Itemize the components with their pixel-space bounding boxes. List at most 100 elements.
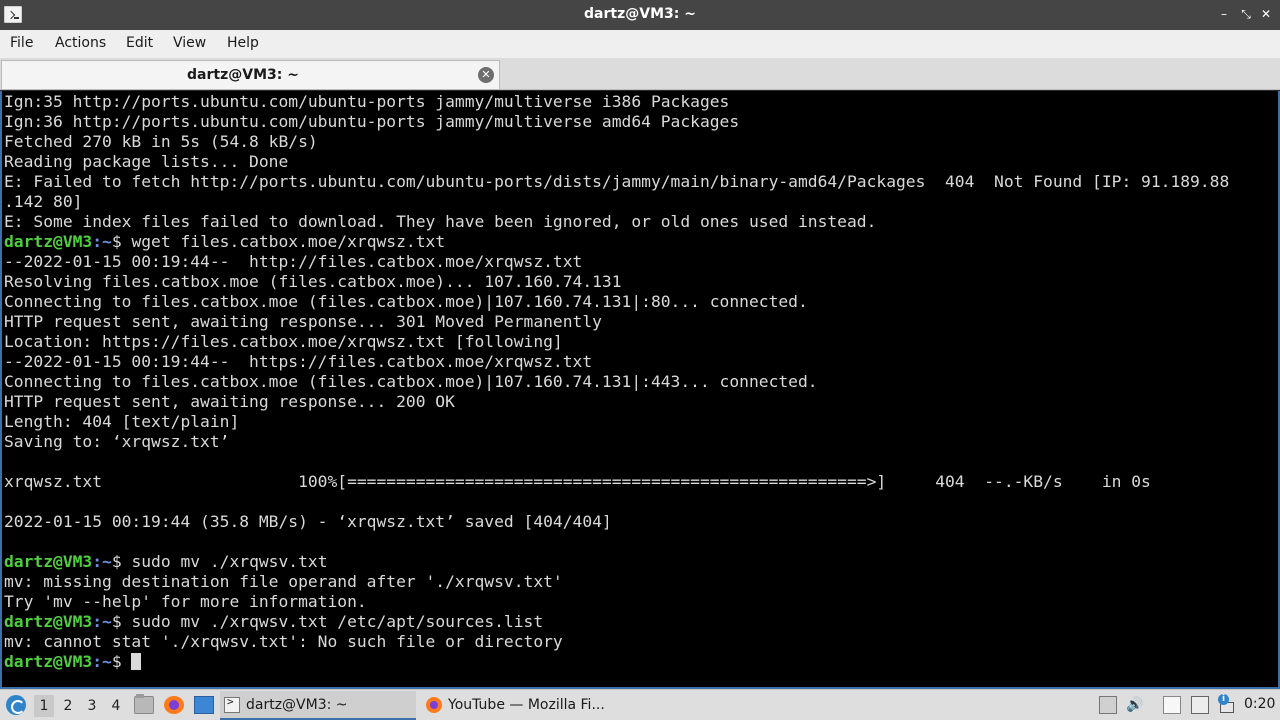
workspace-3[interactable]: 3 xyxy=(82,695,102,717)
volume-icon[interactable]: 🔊 xyxy=(1126,696,1144,714)
output-text: Ign:36 http://ports.ubuntu.com/ubuntu-po… xyxy=(4,112,740,131)
output-text: Connecting to files.catbox.moe (files.ca… xyxy=(4,292,808,311)
notes-icon[interactable] xyxy=(1163,696,1181,714)
terminal-line: Saving to: ‘xrqwsz.txt’ xyxy=(4,432,1229,452)
task-terminal-label: dartz@VM3: ~ xyxy=(246,697,348,713)
restore-button[interactable]: ⤡ xyxy=(1238,6,1254,22)
output-text: mv: missing destination file operand aft… xyxy=(4,572,563,591)
terminal-line: xrqwsz.txt 100%[========================… xyxy=(4,472,1229,492)
window-title: dartz@VM3: ~ xyxy=(584,6,696,22)
terminal-cursor xyxy=(131,653,142,670)
menu-bar: File Actions Edit View Help xyxy=(0,30,1280,58)
terminal-line: dartz@VM3:~$ xyxy=(4,652,1229,672)
prompt-path: :~ xyxy=(92,552,112,571)
terminal-line: Reading package lists... Done xyxy=(4,152,1229,172)
tab-label: dartz@VM3: ~ xyxy=(187,67,299,83)
prompt-user: dartz@VM3 xyxy=(4,612,93,631)
terminal-line: Location: https://files.catbox.moe/xrqws… xyxy=(4,332,1229,352)
terminal-line: Connecting to files.catbox.moe (files.ca… xyxy=(4,292,1229,312)
workspace-4[interactable]: 4 xyxy=(106,695,126,717)
output-text: Try 'mv --help' for more information. xyxy=(4,592,367,611)
output-text: HTTP request sent, awaiting response... … xyxy=(4,312,602,331)
task-firefox-label: YouTube — Mozilla Fi... xyxy=(448,697,605,713)
terminal-line: mv: missing destination file operand aft… xyxy=(4,572,1229,592)
window-titlebar: dartz@VM3: ~ – ⤡ ✕ xyxy=(0,0,1280,30)
terminal-line: dartz@VM3:~$ wget files.catbox.moe/xrqws… xyxy=(4,232,1229,252)
terminal-line: HTTP request sent, awaiting response... … xyxy=(4,392,1229,412)
prompt-path: :~ xyxy=(92,652,112,671)
terminal-line: Resolving files.catbox.moe (files.catbox… xyxy=(4,272,1229,292)
workspace-1[interactable]: 1 xyxy=(34,695,54,717)
output-text: Fetched 270 kB in 5s (54.8 kB/s) xyxy=(4,132,318,151)
terminal-output[interactable]: Ign:35 http://ports.ubuntu.com/ubuntu-po… xyxy=(0,91,1280,689)
terminal-icon xyxy=(224,695,240,713)
prompt-path: :~ xyxy=(92,612,112,631)
terminal-lines: Ign:35 http://ports.ubuntu.com/ubuntu-po… xyxy=(4,92,1229,672)
file-manager-icon[interactable] xyxy=(134,694,154,714)
start-menu-icon[interactable] xyxy=(6,695,26,715)
terminal-line: HTTP request sent, awaiting response... … xyxy=(4,312,1229,332)
terminal-line: Length: 404 [text/plain] xyxy=(4,412,1229,432)
terminal-line: --2022-01-15 00:19:44-- https://files.ca… xyxy=(4,352,1229,372)
prompt-user: dartz@VM3 xyxy=(4,552,93,571)
close-button[interactable]: ✕ xyxy=(1258,6,1274,22)
terminal-tab[interactable]: dartz@VM3: ~ ✕ xyxy=(1,60,500,89)
output-text: 2022-01-15 00:19:44 (35.8 MB/s) - ‘xrqws… xyxy=(4,512,612,531)
menu-help[interactable]: Help xyxy=(227,35,259,51)
menu-view[interactable]: View xyxy=(173,35,206,51)
output-text: Resolving files.catbox.moe (files.catbox… xyxy=(4,272,622,291)
output-text: Connecting to files.catbox.moe (files.ca… xyxy=(4,372,818,391)
tab-bar: dartz@VM3: ~ ✕ xyxy=(0,58,1280,90)
terminal-line: Ign:35 http://ports.ubuntu.com/ubuntu-po… xyxy=(4,92,1229,112)
firefox-icon[interactable] xyxy=(164,696,184,714)
taskbar: 1 2 3 4 dartz@VM3: ~ YouTube — Mozilla F… xyxy=(0,689,1280,720)
prompt-user: dartz@VM3 xyxy=(4,652,93,671)
network-icon[interactable] xyxy=(1191,696,1209,714)
terminal-line: E: Failed to fetch http://ports.ubuntu.c… xyxy=(4,172,1229,192)
command-text: $ sudo mv ./xrqwsv.txt xyxy=(111,552,328,571)
show-desktop-icon[interactable] xyxy=(194,696,214,714)
minimize-button[interactable]: – xyxy=(1216,6,1232,22)
output-text: --2022-01-15 00:19:44-- https://files.ca… xyxy=(4,352,593,371)
terminal-line: E: Some index files failed to download. … xyxy=(4,212,1229,232)
output-text: xrqwsz.txt 100%[========================… xyxy=(4,472,1151,491)
clock[interactable]: 0:20 xyxy=(1244,696,1275,712)
terminal-line: dartz@VM3:~$ sudo mv ./xrqwsv.txt xyxy=(4,552,1229,572)
info-badge-icon: i xyxy=(1218,694,1229,705)
output-text: Ign:35 http://ports.ubuntu.com/ubuntu-po… xyxy=(4,92,730,111)
task-terminal[interactable]: dartz@VM3: ~ xyxy=(220,691,416,720)
menu-actions[interactable]: Actions xyxy=(55,35,106,51)
command-text: $ sudo mv ./xrqwsv.txt /etc/apt/sources.… xyxy=(111,612,544,631)
terminal-line: .142 80] xyxy=(4,192,1229,212)
output-text: .142 80] xyxy=(4,192,83,211)
terminal-line: Try 'mv --help' for more information. xyxy=(4,592,1229,612)
menu-file[interactable]: File xyxy=(10,35,33,51)
workspace-2[interactable]: 2 xyxy=(58,695,78,717)
firefox-task-icon xyxy=(426,697,442,713)
command-text: $ wget files.catbox.moe/xrqwsz.txt xyxy=(111,232,446,251)
terminal-line: Ign:36 http://ports.ubuntu.com/ubuntu-po… xyxy=(4,112,1229,132)
output-text: HTTP request sent, awaiting response... … xyxy=(4,392,455,411)
command-text: $ xyxy=(111,652,132,671)
terminal-line: Connecting to files.catbox.moe (files.ca… xyxy=(4,372,1229,392)
task-firefox[interactable]: YouTube — Mozilla Fi... xyxy=(422,691,622,720)
output-text: Reading package lists... Done xyxy=(4,152,289,171)
output-text: Length: 404 [text/plain] xyxy=(4,412,240,431)
output-text: E: Failed to fetch http://ports.ubuntu.c… xyxy=(4,172,1230,191)
output-text: mv: cannot stat './xrqwsv.txt': No such … xyxy=(4,632,563,651)
output-text: Location: https://files.catbox.moe/xrqws… xyxy=(4,332,563,351)
update-notifier-icon[interactable]: i xyxy=(1217,694,1235,714)
terminal-line: dartz@VM3:~$ sudo mv ./xrqwsv.txt /etc/a… xyxy=(4,612,1229,632)
menu-edit[interactable]: Edit xyxy=(126,35,153,51)
clipboard-icon[interactable] xyxy=(1099,696,1117,714)
terminal-line: 2022-01-15 00:19:44 (35.8 MB/s) - ‘xrqws… xyxy=(4,512,1229,532)
terminal-line: mv: cannot stat './xrqwsv.txt': No such … xyxy=(4,632,1229,652)
output-text: E: Some index files failed to download. … xyxy=(4,212,877,231)
output-text: Saving to: ‘xrqwsz.txt’ xyxy=(4,432,230,451)
terminal-line: Fetched 270 kB in 5s (54.8 kB/s) xyxy=(4,132,1229,152)
tab-close-icon[interactable]: ✕ xyxy=(478,67,494,83)
prompt-path: :~ xyxy=(92,232,112,251)
